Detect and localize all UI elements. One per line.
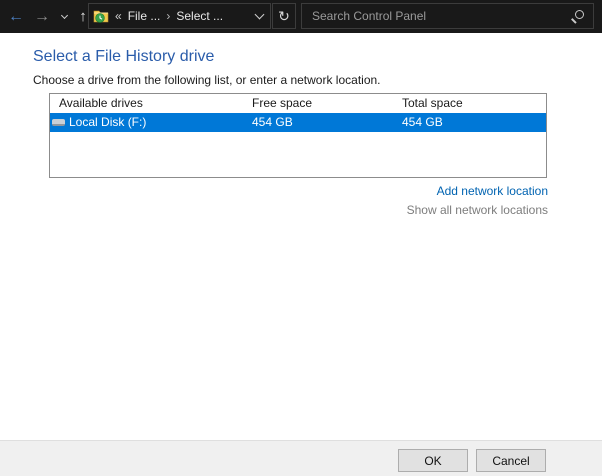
recent-locations-button[interactable] <box>56 0 72 33</box>
column-header-total-space[interactable]: Total space <box>402 94 463 113</box>
refresh-button[interactable]: ↻ <box>272 3 296 29</box>
search-box[interactable] <box>301 3 594 29</box>
breadcrumb-item-select-drive[interactable]: Select ... <box>176 9 223 23</box>
column-header-available-drives[interactable]: Available drives <box>59 94 143 113</box>
up-icon: ↑ <box>79 0 87 33</box>
file-history-icon <box>93 8 109 24</box>
cancel-button[interactable]: Cancel <box>476 449 546 472</box>
page-subtitle: Choose a drive from the following list, … <box>33 73 381 87</box>
breadcrumb-separator-icon: › <box>166 9 170 23</box>
navigation-toolbar: ← → ↑ « File ... › Select ... ↻ <box>0 0 602 33</box>
search-icon[interactable] <box>570 9 585 24</box>
column-header-free-space[interactable]: Free space <box>252 94 312 113</box>
refresh-icon: ↻ <box>278 8 290 25</box>
drive-list[interactable]: Available drives Free space Total space … <box>49 93 547 178</box>
breadcrumb-item-file-history[interactable]: File ... <box>128 9 161 23</box>
drive-icon <box>52 119 65 126</box>
page-title: Select a File History drive <box>33 48 214 66</box>
add-network-location-link[interactable]: Add network location <box>437 184 548 198</box>
address-bar[interactable]: « File ... › Select ... <box>88 3 271 29</box>
address-dropdown-chevron-icon[interactable] <box>255 10 265 20</box>
chevron-down-icon <box>60 11 67 18</box>
search-input[interactable] <box>302 9 570 23</box>
back-button[interactable]: ← <box>4 0 28 33</box>
drive-free-space: 454 GB <box>252 113 293 132</box>
table-row-local-disk-f[interactable]: Local Disk (F:) 454 GB 454 GB <box>50 113 546 132</box>
show-all-network-locations-link: Show all network locations <box>407 203 548 217</box>
breadcrumb-overflow-icon[interactable]: « <box>115 9 122 23</box>
drive-list-header: Available drives Free space Total space <box>50 94 546 113</box>
drive-name: Local Disk (F:) <box>69 113 146 132</box>
forward-button[interactable]: → <box>30 0 54 33</box>
forward-icon: → <box>34 0 50 33</box>
drive-total-space: 454 GB <box>402 113 443 132</box>
ok-button[interactable]: OK <box>398 449 468 472</box>
dialog-footer: OK Cancel <box>0 440 602 476</box>
back-icon: ← <box>8 0 24 33</box>
